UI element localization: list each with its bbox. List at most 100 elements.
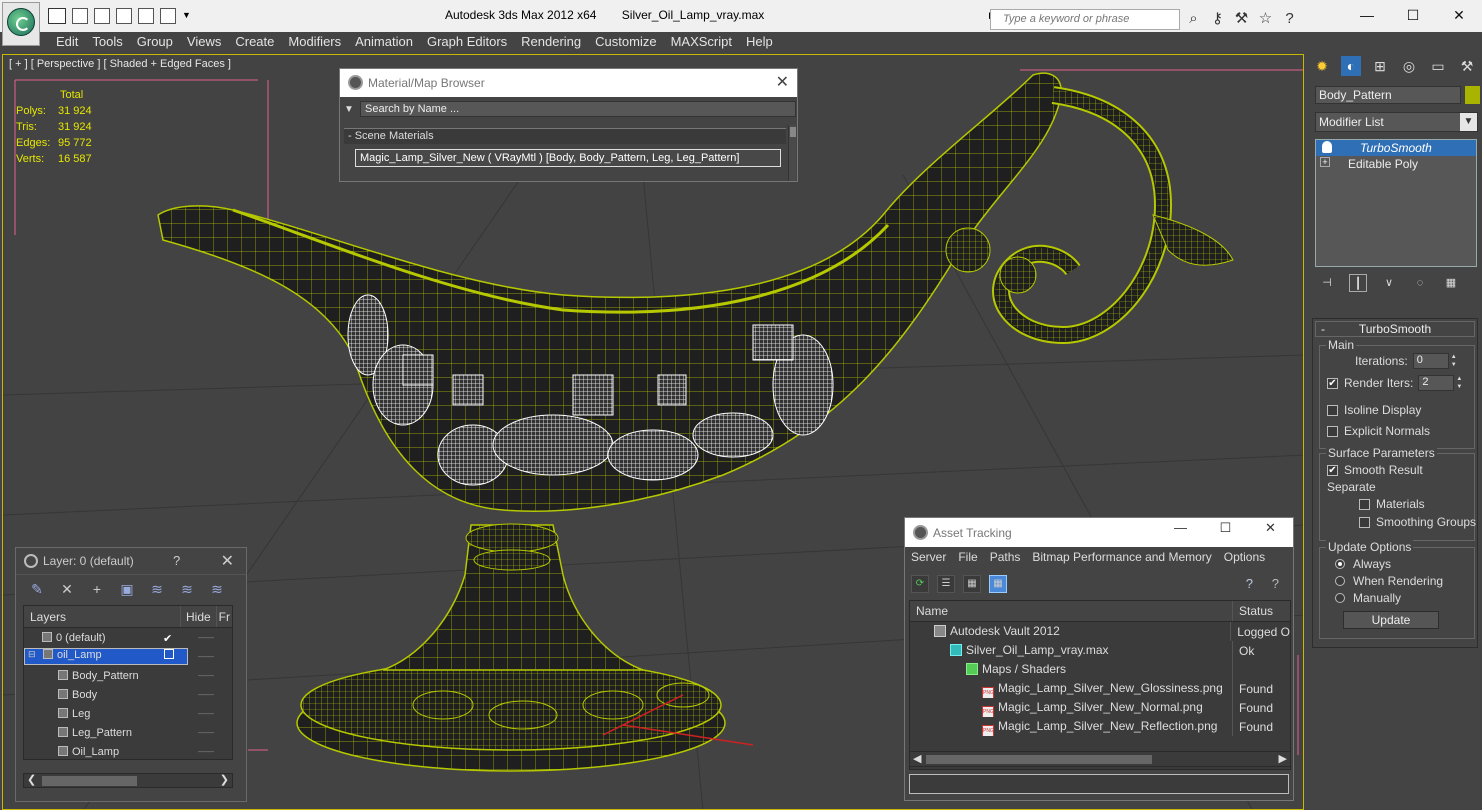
layer-row[interactable]: ⊟ oil_Lamp ——	[24, 647, 232, 666]
update-when-rendering-radio[interactable]: When Rendering	[1335, 574, 1443, 588]
menu-customize[interactable]: Customize	[595, 32, 656, 52]
object-row[interactable]: Leg_Pattern ——	[24, 723, 232, 742]
menu-help[interactable]: Help	[746, 32, 773, 52]
asset-horizontal-scrollbar[interactable]: ◀ ▶	[909, 751, 1291, 767]
binoculars-icon[interactable]: ⌕	[1184, 9, 1203, 28]
object-row[interactable]: Leg ——	[24, 704, 232, 723]
smoothing-groups-checkbox[interactable]: Smoothing Groups	[1359, 515, 1476, 529]
material-item[interactable]: Magic_Lamp_Silver_New ( VRayMtl ) [Body,…	[355, 149, 781, 167]
menu-options[interactable]: Options	[1224, 550, 1265, 564]
minimize-button[interactable]: —	[1344, 0, 1390, 30]
asset-row[interactable]: PNG Magic_Lamp_Silver_New_Reflection.png …	[910, 717, 1290, 736]
menu-paths[interactable]: Paths	[990, 550, 1021, 564]
scroll-left-icon[interactable]: ◀	[913, 752, 921, 765]
spinner-arrows-icon[interactable]: ▲ ▼	[1451, 353, 1459, 369]
pin-stack-icon[interactable]: ⊣	[1318, 274, 1336, 292]
col-layers[interactable]: Layers	[24, 606, 181, 627]
stack-item-turbosmooth[interactable]: TurboSmooth	[1316, 140, 1476, 156]
maximize-button[interactable]: ☐	[1390, 0, 1436, 30]
scroll-right-icon[interactable]: ▶	[1279, 752, 1287, 765]
toolbar-dropdown-icon[interactable]: ▼	[182, 8, 192, 22]
menu-server[interactable]: Server	[911, 550, 946, 564]
key-icon[interactable]: ⚷	[1208, 9, 1227, 28]
motion-tab-icon[interactable]: ◎	[1399, 56, 1419, 76]
layer-dialog-header[interactable]: Layer: 0 (default) ? ✕	[16, 548, 246, 575]
col-hide[interactable]: Hide	[181, 606, 217, 627]
render-iters-checkbox[interactable]: ✔	[1327, 377, 1338, 389]
rollout-title[interactable]: - TurboSmooth	[1315, 321, 1475, 337]
help-button[interactable]: ?	[173, 553, 180, 568]
search-input[interactable]: Type a keyword or phrase	[990, 9, 1180, 30]
col-freeze[interactable]: Fr	[217, 606, 232, 627]
menu-maxscript[interactable]: MAXScript	[671, 32, 732, 52]
spinner-arrows-icon[interactable]: ▲ ▼	[1456, 375, 1464, 391]
col-status[interactable]: Status	[1233, 601, 1279, 621]
render-iters-row[interactable]: ✔ Render Iters: 2 ▲ ▼	[1327, 375, 1464, 391]
menu-animation[interactable]: Animation	[355, 32, 413, 52]
project-folder-icon[interactable]	[160, 8, 176, 24]
options-dropdown-icon[interactable]: ▼	[344, 101, 360, 119]
open-file-icon[interactable]	[48, 8, 66, 24]
maximize-button[interactable]: ☐	[1203, 520, 1248, 536]
scene-materials-group[interactable]: - Scene Materials	[344, 128, 786, 144]
object-color-swatch[interactable]	[1465, 86, 1480, 104]
select-objects-icon[interactable]: ▣	[118, 580, 136, 598]
menu-bitmap-performance[interactable]: Bitmap Performance and Memory	[1032, 550, 1211, 564]
asset-path-field[interactable]	[909, 774, 1289, 794]
menu-create[interactable]: Create	[235, 32, 274, 52]
close-button[interactable]: ✕	[1248, 520, 1293, 536]
menu-modifiers[interactable]: Modifiers	[288, 32, 341, 52]
help-icon[interactable]: ?	[1246, 576, 1253, 591]
hide-all-icon[interactable]: ≋	[178, 580, 196, 598]
iterations-spinner[interactable]: Iterations: 0 ▲ ▼	[1355, 353, 1459, 369]
menu-file[interactable]: File	[958, 550, 977, 564]
asset-row[interactable]: PNG Magic_Lamp_Silver_New_Glossiness.png …	[910, 679, 1290, 698]
undo-icon[interactable]	[94, 8, 110, 24]
thumbnail-view-icon[interactable]: ▦	[963, 575, 981, 593]
material-search-input[interactable]: Search by Name ...	[360, 101, 796, 117]
highlight-layer-icon[interactable]: ≋	[148, 580, 166, 598]
star-icon[interactable]: ☆	[1256, 9, 1275, 28]
show-end-result-icon[interactable]: ┃	[1349, 274, 1367, 292]
isoline-display-checkbox[interactable]: Isoline Display	[1327, 403, 1421, 417]
close-icon[interactable]: ✕	[221, 551, 234, 571]
collapse-icon[interactable]: ⊟	[28, 649, 36, 660]
layer-row[interactable]: 0 (default) ✔ ——	[24, 628, 232, 647]
asset-row[interactable]: Autodesk Vault 2012 Logged O	[910, 622, 1290, 641]
utilities-tab-icon[interactable]: ⚒	[1457, 56, 1477, 76]
menu-edit[interactable]: Edit	[56, 32, 78, 52]
remove-modifier-icon[interactable]: ◌	[1411, 274, 1429, 292]
minimize-button[interactable]: —	[1158, 520, 1203, 536]
asset-tracking-header[interactable]: Asset Tracking — ☐ ✕	[905, 518, 1293, 547]
stack-item-editable-poly[interactable]: + Editable Poly	[1316, 156, 1476, 172]
close-button[interactable]: ✕	[1436, 0, 1482, 30]
hierarchy-tab-icon[interactable]: ⊞	[1370, 56, 1390, 76]
menu-rendering[interactable]: Rendering	[521, 32, 581, 52]
make-unique-icon[interactable]: ∨	[1380, 274, 1398, 292]
app-logo-button[interactable]	[2, 2, 40, 46]
materials-checkbox[interactable]: Materials	[1359, 497, 1425, 511]
menu-group[interactable]: Group	[137, 32, 173, 52]
expand-icon[interactable]: +	[1320, 157, 1330, 167]
refresh-icon[interactable]: ⟳	[911, 575, 929, 593]
object-row[interactable]: Body ——	[24, 685, 232, 704]
explicit-normals-checkbox[interactable]: Explicit Normals	[1327, 424, 1430, 438]
scroll-thumb[interactable]	[42, 776, 137, 786]
configure-sets-icon[interactable]: ▦	[1442, 274, 1460, 292]
new-scene-icon[interactable]	[138, 8, 154, 24]
table-view-icon[interactable]: ▦	[989, 575, 1007, 593]
update-always-radio[interactable]: Always	[1335, 557, 1391, 571]
object-row[interactable]: Body_Pattern ——	[24, 666, 232, 685]
material-browser-scrollbar[interactable]	[788, 125, 796, 181]
update-button[interactable]: Update	[1343, 611, 1439, 629]
scroll-thumb[interactable]	[926, 755, 1152, 764]
create-layer-icon[interactable]: ✎	[28, 580, 46, 598]
modifier-list-dropdown[interactable]: Modifier List ▼	[1315, 112, 1478, 132]
modify-tab-icon[interactable]: ◐	[1341, 56, 1361, 76]
viewport-label[interactable]: [ + ] [ Perspective ] [ Shaded + Edged F…	[9, 58, 231, 70]
delete-layer-icon[interactable]: ✕	[58, 580, 76, 598]
asset-row[interactable]: Maps / Shaders	[910, 660, 1290, 679]
lightbulb-icon[interactable]	[1322, 141, 1332, 153]
object-name-field[interactable]: Body_Pattern	[1315, 86, 1461, 104]
menu-tools[interactable]: Tools	[92, 32, 122, 52]
